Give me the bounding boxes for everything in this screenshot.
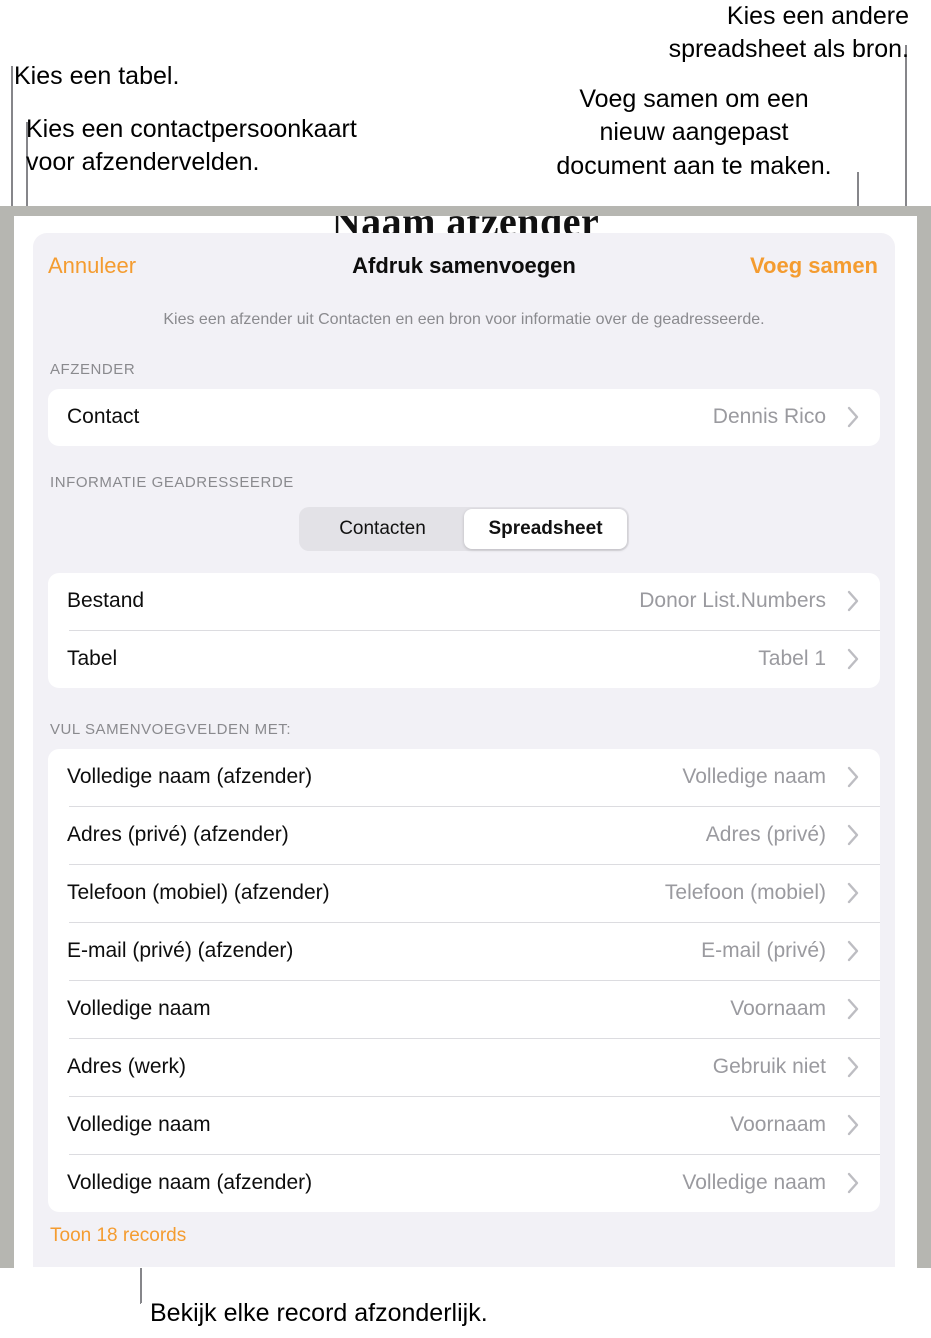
section-label-recipient: INFORMATIE GEADRESSEERDE (50, 473, 294, 491)
merge-field-label: Telefoon (mobiel) (afzender) (67, 881, 330, 905)
table-row[interactable]: Volledige naam Voornaam (48, 1097, 880, 1154)
chevron-right-icon (840, 998, 866, 1020)
merge-field-label: Adres (werk) (67, 1055, 187, 1079)
source-card: Bestand Donor List.Numbers Tabel Tabel 1 (48, 572, 880, 688)
table-row[interactable]: Volledige naam (afzender) Volledige naam (48, 749, 880, 806)
merge-field-value: Adres (privé) (705, 823, 826, 847)
table-row[interactable]: Adres (werk) Gebruik niet (48, 1039, 880, 1096)
merge-field-label: Volledige naam (afzender) (67, 765, 313, 789)
merge-field-label: Adres (privé) (afzender) (67, 823, 289, 847)
section-label-sender: AFZENDER (50, 360, 136, 378)
leader-line-records-horizontal (140, 1302, 141, 1304)
merge-field-label: Volledige naam (67, 997, 211, 1021)
merge-field-value: Volledige naam (682, 1171, 826, 1195)
segment-contacten[interactable]: Contacten (301, 509, 464, 549)
row-bestand[interactable]: Bestand Donor List.Numbers (48, 573, 880, 630)
source-segmented-control-wrap: Contacten Spreadsheet (33, 506, 895, 551)
row-bestand-value: Donor List.Numbers (639, 589, 826, 613)
callout-choose-other-spreadsheet: Kies een andere spreadsheet als bron. (668, 2, 909, 64)
row-tabel-label: Tabel (67, 647, 118, 671)
merge-button[interactable]: Voeg samen (750, 253, 878, 279)
sender-card: Contact Dennis Rico (48, 388, 880, 446)
row-tabel-value: Tabel 1 (758, 647, 826, 671)
chevron-right-icon (840, 940, 866, 962)
row-tabel[interactable]: Tabel Tabel 1 (48, 631, 880, 688)
callout-merge-to-create: Voeg samen om een nieuw aangepast docume… (556, 85, 832, 180)
table-row[interactable]: Telefoon (mobiel) (afzender) Telefoon (mo… (48, 865, 880, 922)
table-row[interactable]: Adres (privé) (afzender) Adres (privé) (48, 807, 880, 864)
mail-merge-dialog: Annuleer Afdruk samenvoegen Voeg samen K… (33, 233, 895, 1267)
segment-spreadsheet[interactable]: Spreadsheet (464, 508, 627, 549)
source-segmented-control[interactable]: Contacten Spreadsheet (299, 506, 629, 551)
chevron-right-icon (840, 406, 866, 428)
table-row[interactable]: Volledige naam Voornaam (48, 981, 880, 1038)
merge-field-label: E-mail (privé) (afzender) (67, 939, 294, 963)
merge-field-value: Telefoon (mobiel) (664, 881, 826, 905)
dialog-subtitle: Kies een afzender uit Contacten en een b… (163, 311, 765, 328)
row-bestand-label: Bestand (67, 589, 145, 613)
chevron-right-icon (840, 824, 866, 846)
section-label-merge-fields: VUL SAMENVOEGVELDEN MET: (50, 720, 292, 738)
merge-field-label: Volledige naam (67, 1113, 211, 1137)
show-records-link[interactable]: Toon 18 records (33, 1212, 186, 1247)
callout-choose-table: Kies een tabel. (14, 62, 180, 90)
chevron-right-icon (840, 766, 866, 788)
merge-field-value: Volledige naam (682, 765, 826, 789)
callout-choose-contact-card: Kies een contactpersoonkaart voor afzend… (26, 115, 357, 177)
merge-field-value: E-mail (privé) (701, 939, 826, 963)
table-row[interactable]: E-mail (privé) (afzender) E-mail (privé) (48, 923, 880, 980)
chevron-right-icon (840, 882, 866, 904)
merge-fields-card: Volledige naam (afzender) Volledige naam A… (48, 748, 880, 1212)
chevron-right-icon (840, 1056, 866, 1078)
table-row[interactable]: Volledige naam (afzender) Volledige naam (48, 1155, 880, 1212)
merge-field-label: Volledige naam (afzender) (67, 1171, 313, 1195)
merge-field-value: Voornaam (730, 1113, 826, 1137)
dialog-header: Annuleer Afdruk samenvoegen Voeg samen (33, 233, 895, 297)
merge-field-value: Gebruik niet (712, 1055, 826, 1079)
chevron-right-icon (840, 648, 866, 670)
callout-view-each-record: Bekijk elke record afzonderlijk. (150, 1299, 488, 1327)
merge-field-value: Voornaam (730, 997, 826, 1021)
chevron-right-icon (840, 590, 866, 612)
row-contact-value: Dennis Rico (712, 405, 826, 429)
row-contact[interactable]: Contact Dennis Rico (48, 389, 880, 446)
row-contact-label: Contact (67, 405, 140, 429)
chevron-right-icon (840, 1172, 866, 1194)
chevron-right-icon (840, 1114, 866, 1136)
